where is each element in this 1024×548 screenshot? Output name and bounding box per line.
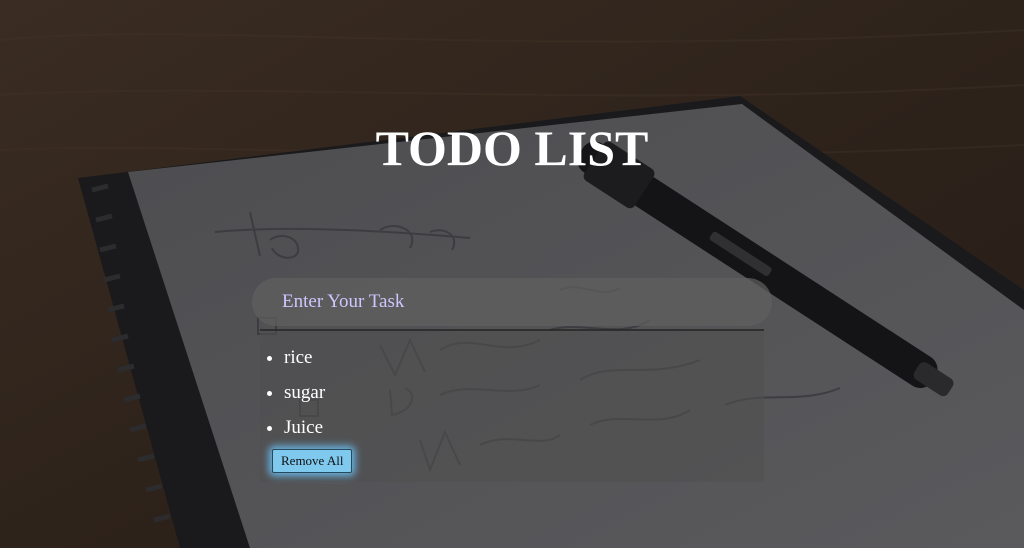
task-input[interactable] — [252, 278, 772, 326]
list-item[interactable]: rice — [284, 340, 764, 375]
list-item[interactable]: sugar — [284, 375, 764, 410]
list-item[interactable]: Juice — [284, 410, 764, 445]
page-title: TODO LIST — [375, 120, 649, 176]
task-list: rice sugar Juice — [260, 331, 764, 445]
remove-all-button[interactable]: Remove All — [272, 449, 353, 473]
task-list-panel: rice sugar Juice Remove All — [260, 329, 764, 482]
